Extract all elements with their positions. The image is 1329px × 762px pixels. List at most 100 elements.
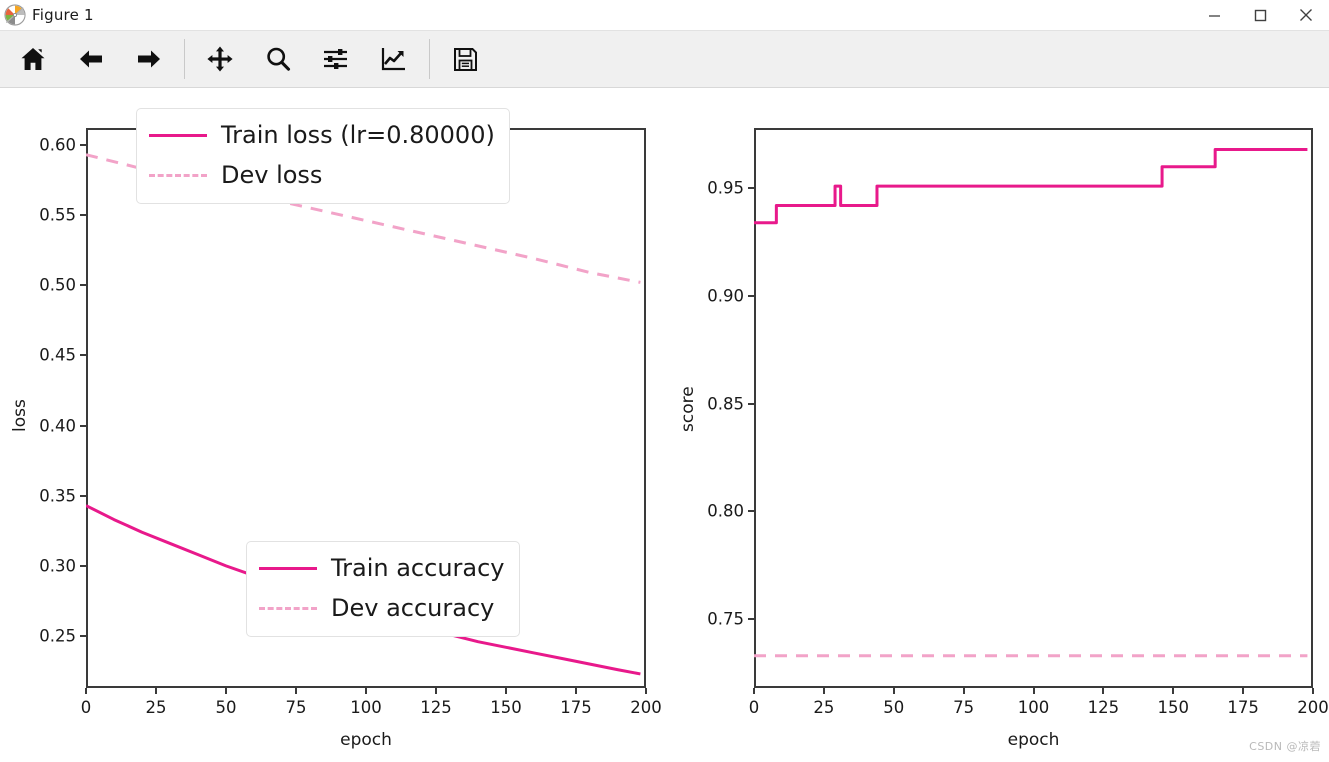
x-tick-label: 100 [1017, 698, 1050, 717]
y-tick-label: 0.30 [39, 556, 76, 576]
configure-subplots-button[interactable] [307, 31, 365, 87]
accuracy-x-axis-label: epoch [1007, 730, 1060, 750]
x-tick-label: 125 [420, 698, 452, 717]
y-tick-label: 0.85 [707, 394, 744, 414]
x-tick-mark [753, 688, 755, 694]
minimize-button[interactable] [1191, 0, 1237, 30]
close-button[interactable] [1283, 0, 1329, 30]
x-tick-mark [365, 688, 367, 694]
loss-legend[interactable]: Train loss (lr=0.80000) Dev loss [136, 108, 510, 204]
x-tick-mark [295, 688, 297, 694]
x-tick-label: 175 [1227, 698, 1259, 717]
x-tick-mark [435, 688, 437, 694]
x-tick-mark [155, 688, 157, 694]
x-tick-mark [822, 688, 825, 694]
save-button[interactable] [436, 31, 494, 87]
x-tick-mark [1172, 688, 1175, 694]
x-tick-mark [1312, 688, 1314, 694]
zoom-button[interactable] [249, 31, 307, 87]
forward-button[interactable] [120, 31, 178, 87]
x-tick-label: 125 [1087, 698, 1120, 717]
figure-window: Figure 1 0.25 0.30 0.35 0.40 0.45 0.50 0… [0, 0, 1329, 762]
y-tick-label: 0.55 [39, 205, 76, 225]
title-bar: Figure 1 [0, 0, 1329, 30]
accuracy-plot-axes[interactable] [754, 128, 1313, 688]
x-tick-mark [892, 688, 895, 694]
home-button[interactable] [4, 31, 62, 87]
legend-item: Train accuracy [259, 548, 505, 588]
home-icon [19, 45, 47, 73]
y-tick-mark [80, 424, 86, 427]
y-tick-mark [80, 284, 86, 287]
y-tick-mark [80, 635, 86, 638]
legend-item: Dev loss [149, 155, 495, 195]
figure-canvas[interactable]: 0.25 0.30 0.35 0.40 0.45 0.50 0.55 0.60 0 25 50 75 1… [0, 90, 1329, 762]
pan-button[interactable] [191, 31, 249, 87]
x-tick-label: 200 [630, 698, 662, 717]
toolbar-separator [184, 39, 185, 79]
x-tick-label: 100 [350, 698, 382, 717]
x-tick-label: 75 [953, 698, 975, 717]
x-tick-label: 25 [813, 698, 835, 717]
configure-subplots-sliders-icon [322, 45, 350, 73]
matplotlib-logo-icon [4, 4, 26, 26]
accuracy-plot-lines [754, 148, 1308, 658]
legend-label: Dev loss [221, 161, 323, 189]
x-tick-mark [645, 688, 647, 694]
y-tick-label: 0.90 [707, 286, 744, 306]
legend-label: Train loss (lr=0.80000) [221, 121, 495, 149]
y-tick-label: 0.60 [39, 135, 76, 155]
y-tick-label: 0.35 [39, 486, 76, 506]
y-tick-mark [80, 354, 86, 357]
x-tick-mark [85, 688, 87, 694]
pan-move-icon [206, 45, 234, 73]
y-tick-label: 0.75 [707, 609, 744, 629]
x-tick-label: 50 [883, 698, 905, 717]
y-tick-mark [748, 295, 754, 297]
back-button[interactable] [62, 31, 120, 87]
forward-arrow-icon [135, 45, 163, 73]
x-tick-label: 25 [145, 698, 167, 717]
series-line [754, 148, 1308, 225]
x-tick-mark [1102, 688, 1105, 694]
y-tick-mark [748, 402, 754, 405]
save-floppy-disk-icon [452, 46, 479, 73]
y-tick-label: 0.50 [39, 275, 76, 295]
maximize-button[interactable] [1237, 0, 1283, 30]
y-tick-label: 0.25 [39, 626, 76, 646]
zoom-magnifier-icon [264, 45, 292, 73]
back-arrow-icon [77, 45, 105, 73]
toolbar-separator-2 [429, 39, 430, 79]
y-tick-mark [80, 214, 86, 217]
x-tick-mark [1032, 688, 1035, 694]
loss-y-axis-label: loss [10, 399, 30, 432]
x-tick-label: 150 [490, 698, 522, 717]
y-tick-label: 0.40 [39, 416, 76, 436]
edit-parameters-button[interactable] [365, 31, 423, 87]
csdn-watermark: CSDN @凉菪 [1249, 740, 1321, 753]
y-tick-label: 0.80 [707, 501, 744, 521]
accuracy-legend[interactable]: Train accuracy Dev accuracy [246, 541, 520, 637]
legend-line-swatch-dashed [149, 173, 207, 177]
x-tick-label: 75 [285, 698, 307, 717]
edit-axis-curve-chart-icon [380, 45, 408, 73]
y-tick-mark [748, 618, 754, 621]
y-tick-label: 0.95 [707, 178, 744, 198]
x-tick-label: 150 [1157, 698, 1190, 717]
x-tick-mark [575, 688, 577, 694]
x-tick-mark [962, 688, 965, 694]
legend-label: Train accuracy [331, 554, 505, 582]
y-tick-label: 0.45 [39, 345, 76, 365]
legend-label: Dev accuracy [331, 594, 495, 622]
x-tick-label: 0 [748, 698, 760, 717]
y-tick-mark [80, 494, 86, 497]
y-tick-mark [748, 510, 754, 513]
legend-line-swatch-solid [259, 566, 317, 570]
navigation-toolbar [0, 30, 1329, 88]
x-tick-label: 200 [1297, 698, 1329, 717]
y-tick-mark [80, 143, 86, 146]
window-controls [1191, 0, 1329, 30]
legend-line-swatch-dashed [259, 606, 317, 610]
loss-x-axis-label: epoch [340, 730, 392, 750]
x-tick-label: 175 [560, 698, 592, 717]
